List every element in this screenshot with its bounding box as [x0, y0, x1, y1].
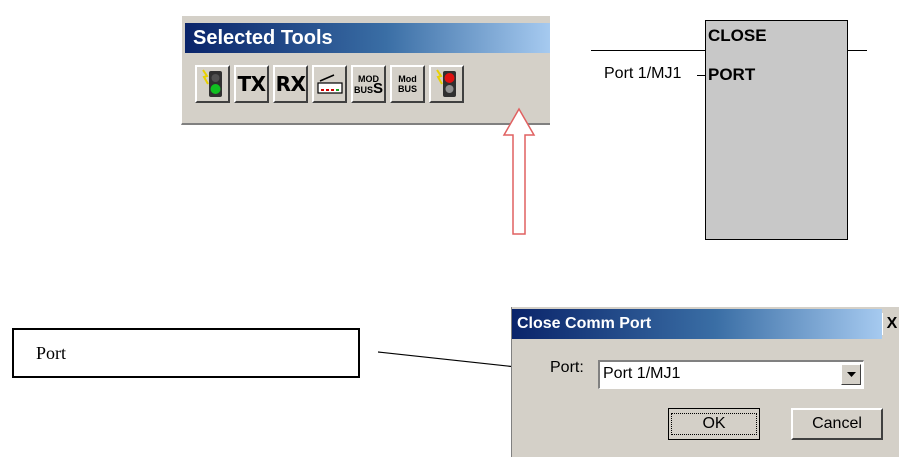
- tx-label: TX: [237, 72, 266, 96]
- tx-button[interactable]: TX: [234, 65, 269, 103]
- open-port-button[interactable]: [195, 65, 230, 103]
- port-select-value: Port 1/MJ1: [603, 365, 681, 382]
- block-line-left: [591, 50, 705, 51]
- selected-tools-toolbar: Selected Tools TX RX MOD BUSS Mod BUS: [181, 15, 550, 125]
- port-callout-box: Port: [12, 328, 360, 378]
- up-arrow: [502, 107, 536, 235]
- close-icon[interactable]: X: [882, 313, 899, 335]
- dialog-title: Close Comm Port: [512, 309, 882, 339]
- close-function-block[interactable]: CLOSE PORT: [705, 20, 848, 240]
- traffic-light-red-icon: [435, 69, 456, 97]
- close-comm-port-dialog: Close Comm Port X Port: Port 1/MJ1 OK Ca…: [511, 307, 899, 457]
- tool-row: TX RX MOD BUSS Mod BUS: [195, 65, 464, 103]
- ok-button[interactable]: OK: [668, 408, 760, 440]
- rx-button[interactable]: RX: [273, 65, 308, 103]
- toolbar-title: Selected Tools: [185, 23, 550, 53]
- block-title: CLOSE: [708, 26, 767, 45]
- port-connection-label: Port 1/MJ1: [604, 65, 682, 82]
- modbus-master-label: Mod BUS: [397, 74, 417, 94]
- port-select[interactable]: Port 1/MJ1: [598, 360, 864, 389]
- cancel-button-label: Cancel: [812, 415, 862, 432]
- chevron-down-icon[interactable]: [841, 364, 861, 385]
- ok-button-label: OK: [671, 413, 757, 435]
- block-port-input: PORT: [708, 65, 756, 84]
- close-port-button[interactable]: [429, 65, 464, 103]
- modbus-slave-button[interactable]: MOD BUSS: [351, 65, 386, 103]
- block-line-right: [848, 50, 867, 51]
- callout-label: Port: [36, 343, 67, 363]
- port-connection-line: [697, 75, 705, 76]
- modem-button[interactable]: [312, 65, 347, 103]
- port-field-label: Port:: [550, 359, 584, 376]
- modem-icon: [316, 74, 343, 94]
- cancel-button[interactable]: Cancel: [791, 408, 883, 440]
- traffic-light-green-icon: [201, 69, 222, 97]
- modbus-slave-label: MOD BUSS: [353, 73, 384, 97]
- rx-label: RX: [275, 72, 306, 96]
- modbus-master-button[interactable]: Mod BUS: [390, 65, 425, 103]
